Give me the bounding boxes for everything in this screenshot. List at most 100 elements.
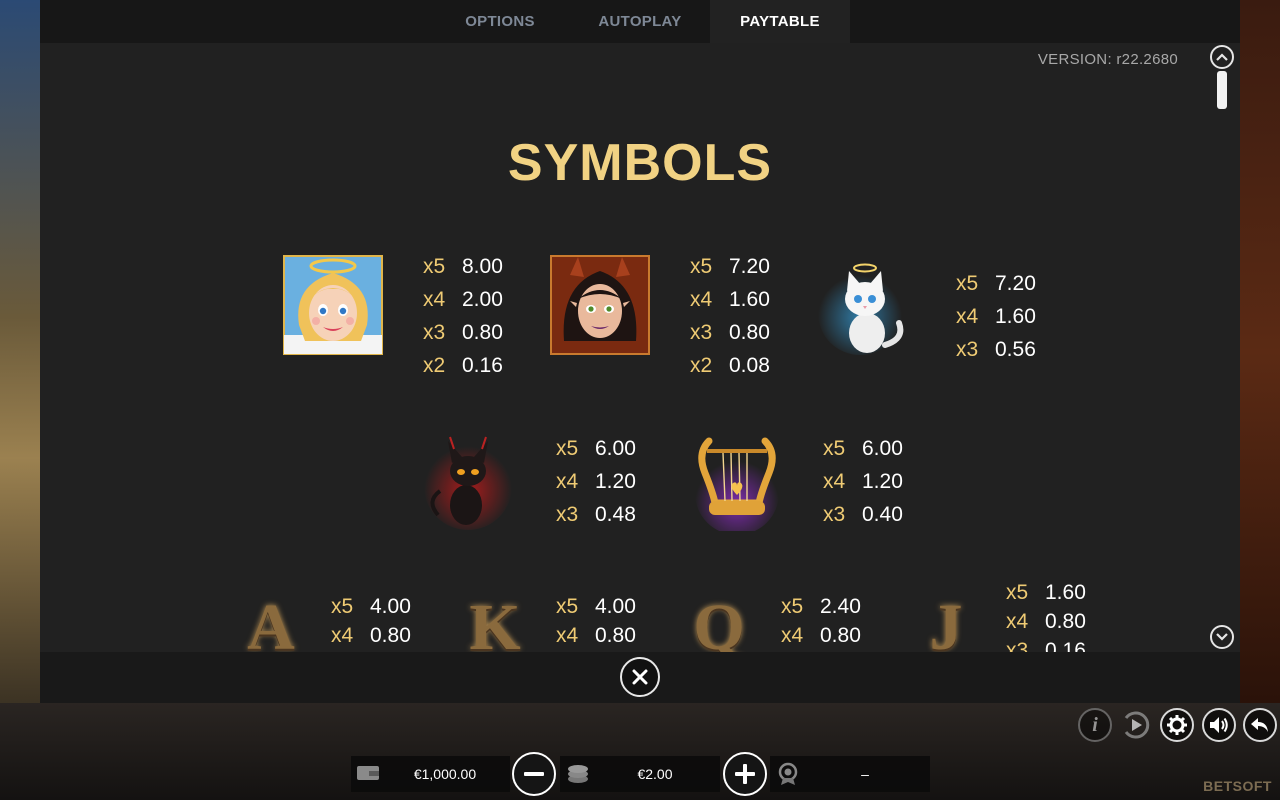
tab-options[interactable]: OPTIONS — [430, 0, 570, 43]
pay-multiplier: x5 — [690, 255, 713, 278]
pay-multiplier: x3 — [1006, 639, 1029, 652]
win-value: – — [861, 766, 869, 782]
angel-girl-symbol — [283, 255, 383, 355]
angel-girl-pays: x5 8.00 x4 2.00 x3 0.80 x2 0.16 — [423, 250, 503, 382]
letter-k-symbol: K — [469, 591, 521, 652]
pay-multiplier: x4 — [556, 624, 579, 647]
minus-icon — [524, 772, 544, 776]
angel-cat-symbol — [815, 255, 915, 355]
pay-multiplier: x3 — [956, 338, 979, 361]
close-strip — [40, 652, 1240, 703]
chevron-down-icon — [1216, 633, 1228, 641]
brand-logo: BETSOFT — [1203, 778, 1272, 794]
game-background-right — [1240, 0, 1280, 705]
tab-paytable[interactable]: PAYTABLE — [710, 0, 850, 43]
increase-bet-button[interactable] — [723, 752, 767, 796]
pay-value: 1.60 — [995, 305, 1036, 328]
pay-multiplier: x4 — [1006, 610, 1029, 633]
pay-value: 0.80 — [820, 624, 861, 647]
autoplay-icon — [1124, 711, 1150, 739]
pay-value: 0.80 — [595, 624, 636, 647]
gear-icon — [1167, 715, 1187, 735]
pay-multiplier: x4 — [556, 470, 579, 493]
pay-value: 1.20 — [595, 470, 636, 493]
scrollbar-thumb[interactable] — [1217, 71, 1227, 109]
pay-value: 8.00 — [462, 255, 503, 278]
pay-value: 6.00 — [595, 437, 636, 460]
coins-icon — [568, 765, 588, 783]
pay-multiplier: x5 — [1006, 581, 1029, 604]
pay-value: 0.48 — [595, 503, 636, 526]
devil-girl-symbol — [550, 255, 650, 355]
balance-value: €1,000.00 — [413, 766, 477, 782]
devil-cat-symbol — [418, 431, 518, 531]
pay-multiplier: x5 — [331, 595, 354, 618]
pay-multiplier: x5 — [823, 437, 846, 460]
pay-value: 0.56 — [995, 338, 1036, 361]
angel-cat-pays: x5 7.20 x4 1.60 x3 0.56 — [956, 267, 1036, 366]
tab-bar: OPTIONS AUTOPLAY PAYTABLE — [40, 0, 1240, 43]
tab-autoplay[interactable]: AUTOPLAY — [570, 0, 710, 43]
pay-multiplier: x5 — [556, 437, 579, 460]
info-icon: i — [1092, 713, 1098, 736]
pay-value: 0.80 — [1045, 610, 1086, 633]
chevron-up-icon — [1216, 53, 1228, 61]
back-button[interactable] — [1243, 708, 1277, 742]
letter-j-pays: x5 1.60 x4 0.80 x3 0.16 — [1006, 578, 1086, 652]
pay-value: 0.08 — [729, 354, 770, 377]
pay-multiplier: x4 — [823, 470, 846, 493]
pay-multiplier: x3 — [556, 503, 579, 526]
pay-multiplier: x4 — [781, 624, 804, 647]
pay-multiplier: x3 — [823, 503, 846, 526]
scroll-down-button[interactable] — [1210, 625, 1234, 649]
pay-value: 2.40 — [820, 595, 861, 618]
letter-j-symbol: J — [929, 591, 963, 652]
letter-k-pays: x5 4.00 x4 0.80 — [556, 592, 636, 650]
game-background-left — [0, 0, 40, 705]
wallet-icon — [357, 766, 379, 780]
golden-lyre-pays: x5 6.00 x4 1.20 x3 0.40 — [823, 432, 903, 531]
decrease-bet-button[interactable] — [512, 752, 556, 796]
pay-value: 0.16 — [462, 354, 503, 377]
scroll-up-button[interactable] — [1210, 45, 1234, 69]
pay-value: 0.80 — [729, 321, 770, 344]
settings-button[interactable] — [1160, 708, 1194, 742]
version-label: VERSION: r22.2680 — [1037, 51, 1178, 68]
pay-value: 0.80 — [462, 321, 503, 344]
pay-value: 2.00 — [462, 288, 503, 311]
pay-value: 4.00 — [595, 595, 636, 618]
letter-a-pays: x5 4.00 x4 0.80 — [331, 592, 411, 650]
pay-multiplier: x5 — [781, 595, 804, 618]
plus-icon — [735, 764, 755, 784]
paytable-panel: VERSION: r22.2680 SYMBOLS x5 8.00 x4 2.00 … — [40, 43, 1240, 652]
pay-multiplier: x4 — [956, 305, 979, 328]
letter-a-symbol: A — [247, 591, 295, 652]
pay-multiplier: x2 — [690, 354, 713, 377]
close-icon — [632, 669, 648, 685]
pay-value: 4.00 — [370, 595, 411, 618]
letter-q-pays: x5 2.40 x4 0.80 — [781, 592, 861, 650]
golden-lyre-symbol — [685, 431, 785, 535]
section-title: SYMBOLS — [507, 134, 773, 192]
back-arrow-icon — [1251, 718, 1268, 732]
pay-value: 1.60 — [1045, 581, 1086, 604]
pay-value: 7.20 — [995, 272, 1036, 295]
pay-multiplier: x3 — [423, 321, 446, 344]
pay-value: 0.40 — [862, 503, 903, 526]
close-button[interactable] — [620, 657, 660, 697]
autoplay-button[interactable] — [1118, 708, 1152, 742]
pay-multiplier: x4 — [423, 288, 446, 311]
info-button[interactable]: i — [1078, 708, 1112, 742]
award-icon — [778, 762, 798, 785]
sound-button[interactable] — [1202, 708, 1236, 742]
pay-multiplier: x2 — [423, 354, 446, 377]
pay-value: 0.80 — [370, 624, 411, 647]
pay-value: 6.00 — [862, 437, 903, 460]
letter-q-symbol: Q — [693, 591, 745, 652]
pay-multiplier: x4 — [331, 624, 354, 647]
pay-multiplier: x3 — [690, 321, 713, 344]
pay-value: 1.60 — [729, 288, 770, 311]
pay-multiplier: x5 — [423, 255, 446, 278]
devil-cat-pays: x5 6.00 x4 1.20 x3 0.48 — [556, 432, 636, 531]
bet-value: €2.00 — [637, 766, 673, 782]
